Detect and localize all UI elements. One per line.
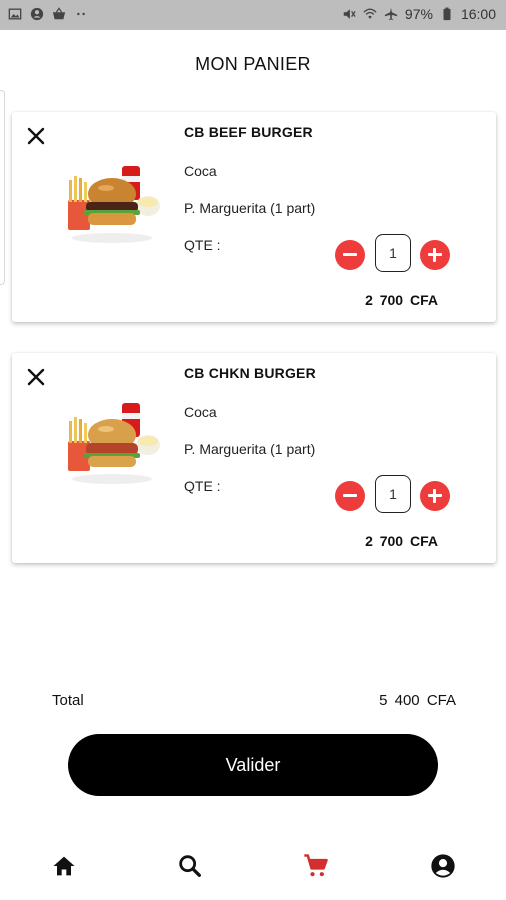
increase-quantity-button[interactable] — [420, 481, 450, 511]
side-drawer-handle[interactable] — [0, 90, 5, 285]
basket-icon — [52, 7, 66, 20]
product-side: P. Marguerita (1 part) — [184, 200, 316, 216]
validate-button[interactable]: Valider — [68, 734, 438, 796]
status-notifications — [8, 7, 88, 21]
battery-icon — [443, 7, 451, 21]
beef-burger-combo-image — [68, 166, 160, 243]
image-icon — [8, 8, 22, 20]
cart-item-card: CB CHKN BURGER Coca P. Marguerita (1 par… — [12, 353, 496, 563]
decrease-quantity-button[interactable] — [335, 481, 365, 511]
product-drink: Coca — [184, 404, 217, 420]
airplane-icon — [384, 7, 398, 21]
home-icon[interactable] — [50, 852, 78, 880]
page-title: MON PANIER — [195, 54, 311, 74]
close-icon[interactable] — [24, 124, 48, 148]
bottom-navigation — [0, 840, 506, 892]
product-drink: Coca — [184, 163, 217, 179]
total-value: 5 400 CFA — [379, 692, 456, 709]
more-dots-icon — [77, 12, 85, 16]
total-label: Total — [52, 692, 84, 709]
decrease-quantity-button[interactable] — [335, 240, 365, 270]
battery-percent: 97% — [404, 6, 433, 22]
status-bar: 97% 16:00 — [0, 0, 506, 30]
search-icon[interactable] — [176, 852, 204, 880]
product-side: P. Marguerita (1 part) — [184, 441, 316, 457]
item-price: 2 700 CFA — [365, 292, 438, 308]
mute-icon — [343, 9, 356, 19]
quantity-field[interactable] — [375, 475, 411, 513]
product-name: CB BEEF BURGER — [184, 124, 313, 140]
close-icon[interactable] — [24, 365, 48, 389]
wifi-icon — [363, 8, 377, 19]
product-name: CB CHKN BURGER — [184, 365, 316, 381]
increase-quantity-button[interactable] — [420, 240, 450, 270]
account-icon[interactable] — [429, 852, 457, 880]
status-system: 97% 16:00 — [342, 6, 496, 22]
account-circle-icon — [30, 7, 44, 21]
quantity-label: QTE : — [184, 237, 221, 253]
chicken-burger-combo-image — [68, 403, 160, 484]
quantity-field[interactable] — [375, 234, 411, 272]
clock: 16:00 — [460, 6, 496, 22]
cart-item-card: CB BEEF BURGER Coca P. Marguerita (1 par… — [12, 112, 496, 322]
item-price: 2 700 CFA — [365, 533, 438, 549]
quantity-label: QTE : — [184, 478, 221, 494]
cart-icon[interactable] — [302, 852, 330, 880]
